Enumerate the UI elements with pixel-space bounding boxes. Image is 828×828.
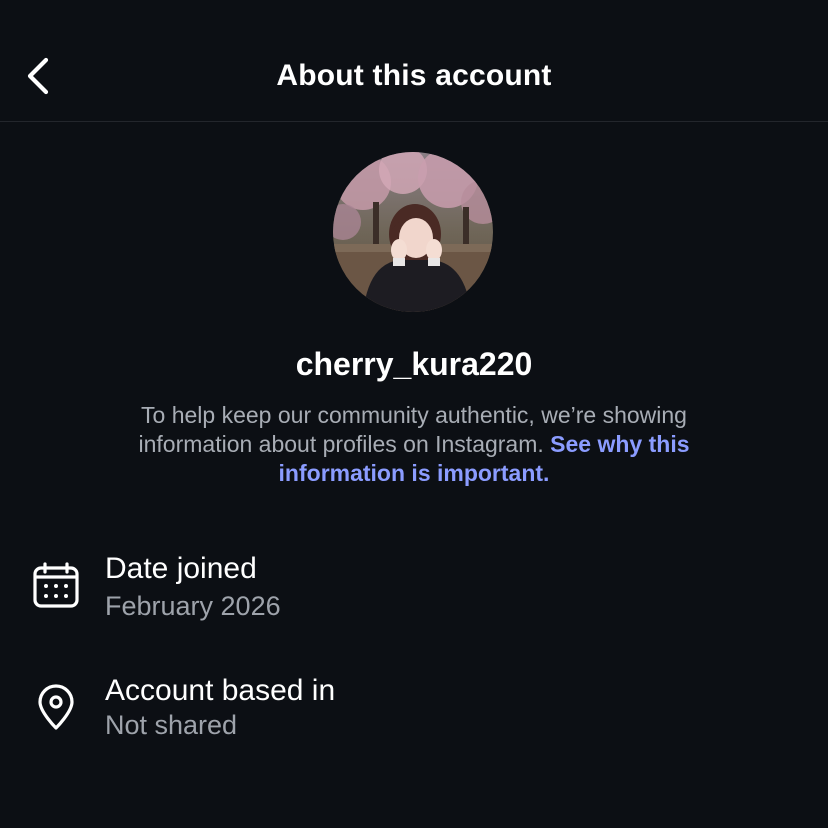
profile-username: cherry_kura220 <box>295 346 533 382</box>
location-pin-icon <box>38 684 74 730</box>
page-title: About this account <box>276 59 552 92</box>
account-based-in-row: Account based in Not shared <box>0 670 828 750</box>
profile-photo <box>333 152 493 312</box>
account-based-in-label: Account based in <box>105 674 336 707</box>
calendar-icon <box>33 562 79 608</box>
date-joined-label: Date joined <box>105 552 257 585</box>
about-account-screen: About this account cherry_kura220 To hel… <box>0 0 828 828</box>
date-joined-value: February 2026 <box>105 591 281 621</box>
account-based-in-value: Not shared <box>105 710 238 740</box>
authenticity-notice: To help keep our community authentic, we… <box>100 401 728 488</box>
avatar <box>333 152 493 312</box>
date-joined-row: Date joined February 2026 <box>0 548 828 628</box>
header-bar: About this account <box>0 0 828 122</box>
